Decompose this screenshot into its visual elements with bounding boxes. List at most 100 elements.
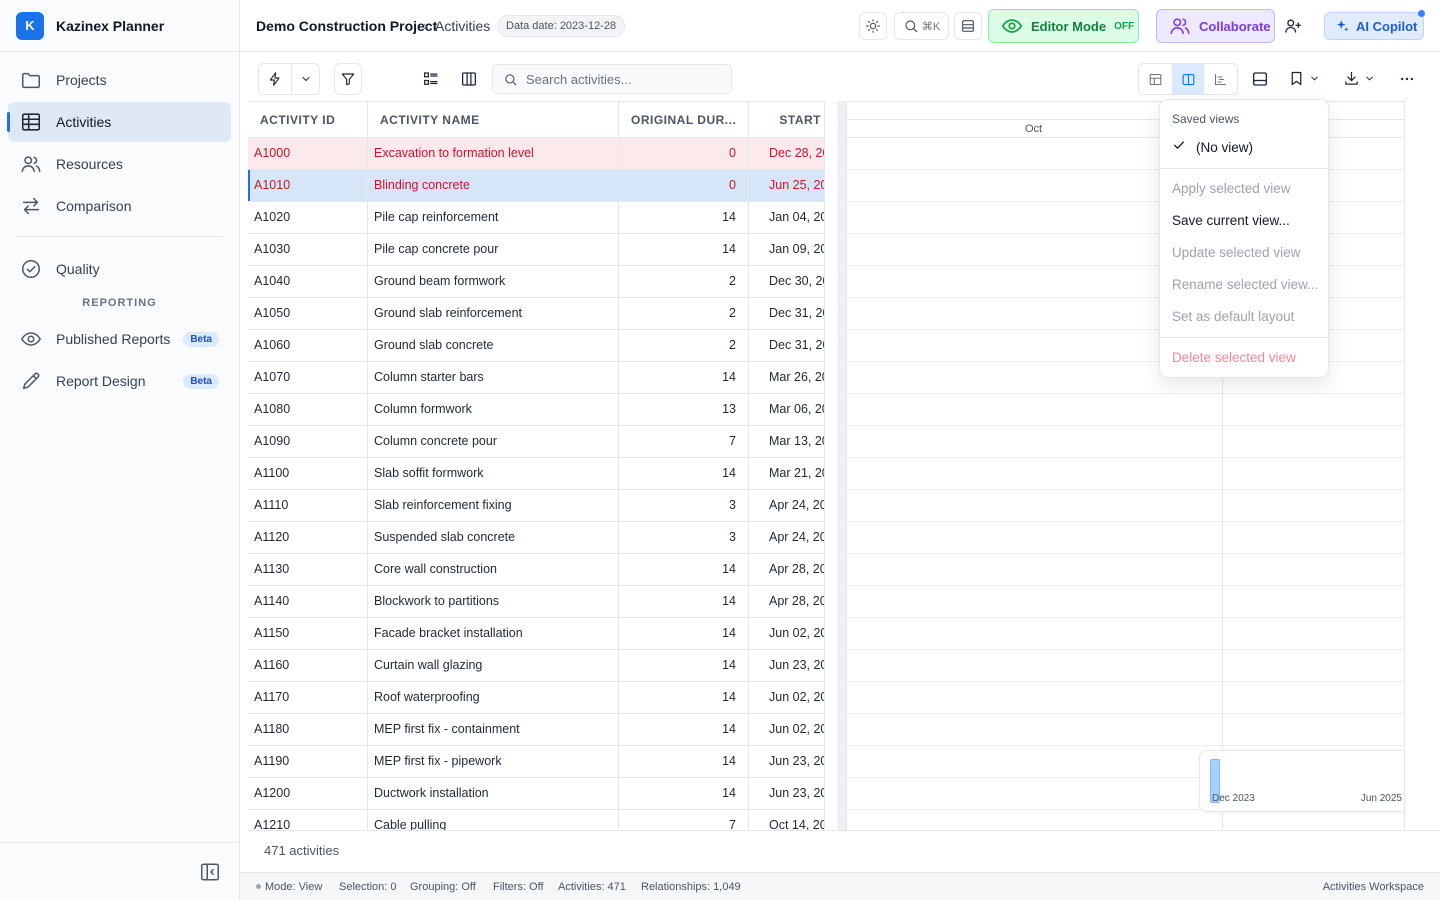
cell-activity-name[interactable]: Column formwork [368, 394, 619, 425]
cell-original-duration[interactable]: 14 [619, 458, 749, 489]
cell-start[interactable]: Mar 21, 2024 [749, 458, 825, 489]
cell-original-duration[interactable]: 7 [619, 426, 749, 457]
column-header-activity-id[interactable]: ACTIVITY ID [248, 102, 368, 138]
table-row[interactable]: A1060Ground slab concrete2Dec 31, 2023 [248, 330, 825, 362]
cell-activity-name[interactable]: Suspended slab concrete [368, 522, 619, 553]
cell-activity-name[interactable]: Core wall construction [368, 554, 619, 585]
table-row[interactable]: A1000 Excavation to formation level 0 Dec 2… [248, 138, 825, 170]
table-row[interactable]: A1050 Ground slab reinforcement 2 Dec 31, 2… [248, 298, 825, 330]
cell-original-duration[interactable]: 7 [619, 810, 749, 830]
cell-activity-id[interactable]: A1010 [248, 170, 368, 201]
cell-original-duration[interactable]: 0 [619, 138, 749, 169]
gantt-vertical-scrollbar[interactable] [1404, 101, 1418, 830]
cell-start[interactable]: Jun 23, 2024 [749, 778, 825, 809]
cell-activity-name[interactable]: MEP first fix - pipework [368, 746, 619, 777]
editor-mode-toggle[interactable]: Editor Mode OFF [988, 9, 1139, 43]
cell-activity-id[interactable]: A1060 [248, 330, 368, 361]
cell-activity-name[interactable]: Cable pulling [368, 810, 619, 830]
cell-original-duration[interactable]: 3 [619, 522, 749, 553]
cell-activity-id[interactable]: A1150 [248, 618, 368, 649]
cell-start[interactable]: Jun 23, 2024 [749, 650, 825, 681]
cell-activity-id[interactable]: A1020 [248, 202, 368, 233]
cell-activity-name[interactable]: Column concrete pour [368, 426, 619, 457]
cell-activity-id[interactable]: A1200 [248, 778, 368, 809]
table-row[interactable]: A1010Blinding concrete0Jun 25, 2024 [248, 170, 825, 202]
column-header-original-duration[interactable]: ORIGINAL DUR... [619, 102, 749, 138]
cell-activity-name[interactable]: Facade bracket installation [368, 618, 619, 649]
cell-original-duration[interactable]: 2 [619, 298, 749, 329]
breadcrumb-project[interactable]: Demo Construction Project [256, 18, 437, 34]
cell-activity-id[interactable]: A1180 [248, 714, 368, 745]
panel-bottom-icon[interactable] [1251, 70, 1269, 88]
cell-activity-name[interactable]: Ground slab concrete [368, 330, 619, 361]
cell-activity-id[interactable]: A1130 [248, 554, 368, 585]
layout-button[interactable] [954, 12, 982, 40]
column-header-start[interactable]: START [749, 102, 825, 138]
cell-original-duration[interactable]: 14 [619, 618, 749, 649]
view-mode-split[interactable] [1171, 64, 1205, 94]
cell-activity-id[interactable]: A1100 [248, 458, 368, 489]
command-search-button[interactable]: ⌘K [894, 12, 949, 40]
cell-activity-name[interactable]: Slab reinforcement fixing [368, 490, 619, 521]
cell-activity-id[interactable]: A1210 [248, 810, 368, 830]
table-row[interactable]: A1180 MEP first fix - containment 14 Jun 02… [248, 714, 825, 746]
cell-activity-id[interactable]: A1000 [248, 138, 368, 169]
cell-activity-id[interactable]: A1030 [248, 234, 368, 265]
cell-activity-name[interactable]: Excavation to formation level [368, 138, 619, 169]
collapse-sidebar-icon[interactable] [199, 861, 221, 883]
table-row[interactable]: A1100Slab soffit formwork14Mar 21, 2024 [248, 458, 825, 490]
data-date-badge[interactable]: Data date: 2023-12-28 [497, 15, 626, 37]
table-row[interactable]: A1210Cable pulling7Oct 14, 2024 [248, 810, 825, 830]
menu-item-no-view[interactable]: (No view) [1196, 140, 1253, 155]
sidebar-item-report-design[interactable]: Report Design Beta [8, 361, 231, 401]
cell-start[interactable]: Jan 09, 2024 [749, 234, 825, 265]
cell-activity-id[interactable]: A1070 [248, 362, 368, 393]
more-horizontal-icon[interactable] [1398, 70, 1416, 88]
cell-start[interactable]: Dec 30, 2023 [749, 266, 825, 297]
cell-original-duration[interactable]: 13 [619, 394, 749, 425]
cell-activity-name[interactable]: Roof waterproofing [368, 682, 619, 713]
table-row[interactable]: A1040Ground beam formwork2Dec 30, 2023 [248, 266, 825, 298]
cell-original-duration[interactable]: 2 [619, 266, 749, 297]
timeline-minimap[interactable]: Dec 2023 Jun 2025 [1199, 750, 1404, 812]
sidebar-item-quality[interactable]: Quality [8, 249, 231, 289]
cell-activity-name[interactable]: Ground beam formwork [368, 266, 619, 297]
cell-activity-id[interactable]: A1160 [248, 650, 368, 681]
cell-start[interactable]: Dec 31, 2023 [749, 330, 825, 361]
add-user-icon[interactable] [1284, 17, 1302, 35]
cell-start[interactable]: Apr 24, 2024 [749, 522, 825, 553]
table-row[interactable]: A1030Pile cap concrete pour14Jan 09, 202… [248, 234, 825, 266]
sidebar-item-resources[interactable]: Resources [8, 144, 231, 184]
cell-activity-name[interactable]: Blinding concrete [368, 170, 619, 201]
table-row[interactable]: A1160Curtain wall glazing14Jun 23, 2024 [248, 650, 825, 682]
table-row[interactable]: A1150 Facade bracket installation 14 Jun 02… [248, 618, 825, 650]
cell-activity-name[interactable]: Pile cap concrete pour [368, 234, 619, 265]
table-row[interactable]: A1070Column starter bars14Mar 26, 2024 [248, 362, 825, 394]
export-button[interactable] [1343, 70, 1375, 87]
cell-activity-id[interactable]: A1170 [248, 682, 368, 713]
cell-original-duration[interactable]: 14 [619, 778, 749, 809]
ai-copilot-button[interactable]: AI Copilot [1324, 10, 1425, 40]
cell-original-duration[interactable]: 14 [619, 234, 749, 265]
cell-activity-name[interactable]: Ground slab reinforcement [368, 298, 619, 329]
table-row[interactable]: A1170Roof waterproofing14Jun 02, 2024 [248, 682, 825, 714]
quick-actions-button[interactable] [258, 63, 320, 95]
cell-original-duration[interactable]: 14 [619, 746, 749, 777]
cell-activity-name[interactable]: Ductwork installation [368, 778, 619, 809]
cell-start[interactable]: Mar 06, 2024 [749, 394, 825, 425]
cell-start[interactable]: Dec 28, 2023 [749, 138, 825, 169]
cell-activity-name[interactable]: Blockwork to partitions [368, 586, 619, 617]
cell-start[interactable]: Apr 24, 2024 [749, 490, 825, 521]
search-input[interactable] [526, 71, 716, 87]
sidebar-item-comparison[interactable]: Comparison [8, 186, 231, 226]
view-mode-table[interactable] [1139, 64, 1172, 94]
cell-original-duration[interactable]: 14 [619, 554, 749, 585]
table-row[interactable]: A1130Core wall construction14Apr 28, 202… [248, 554, 825, 586]
cell-original-duration[interactable]: 14 [619, 586, 749, 617]
cell-activity-name[interactable]: Column starter bars [368, 362, 619, 393]
table-row[interactable]: A1080Column formwork13Mar 06, 2024 [248, 394, 825, 426]
cell-start[interactable]: Jun 23, 2024 [749, 746, 825, 777]
table-row[interactable]: A1090Column concrete pour7Mar 13, 2024 [248, 426, 825, 458]
cell-activity-id[interactable]: A1050 [248, 298, 368, 329]
view-mode-gantt[interactable] [1204, 64, 1237, 94]
